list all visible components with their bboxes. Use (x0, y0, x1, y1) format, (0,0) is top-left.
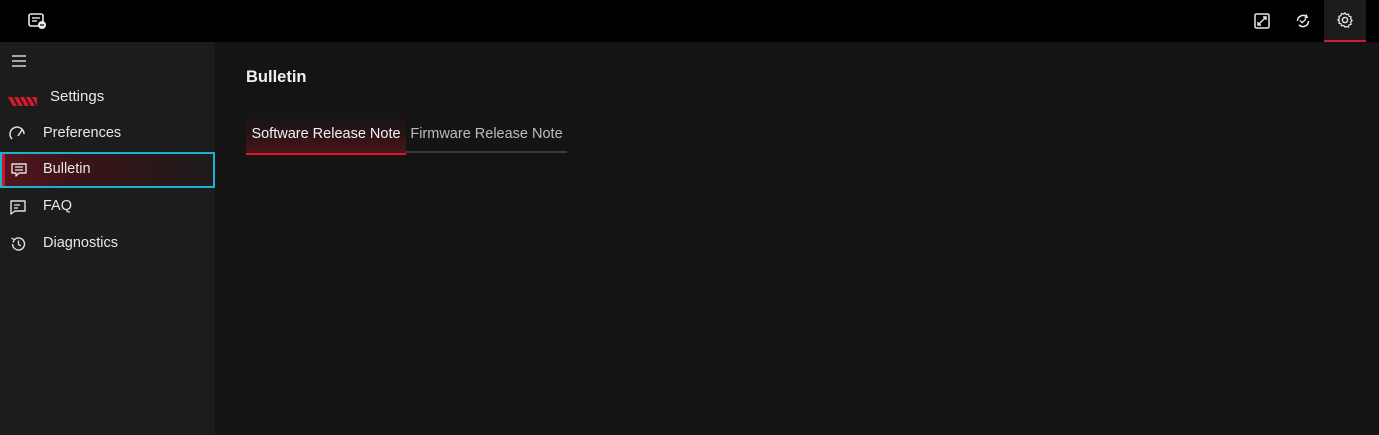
chat-bubble-icon (9, 198, 27, 216)
speed-gauge-icon (9, 125, 27, 143)
title-bar (0, 0, 1379, 42)
sidebar-brand-label: Settings (50, 88, 105, 105)
screen-capture-button[interactable] (1241, 0, 1283, 42)
sidebar-item-faq[interactable]: FAQ (0, 189, 215, 225)
sidebar-item-label: FAQ (43, 198, 73, 214)
history-icon (9, 235, 27, 253)
sidebar-item-label: Diagnostics (43, 235, 118, 251)
sidebar-item-label: Bulletin (43, 161, 91, 177)
sidebar-item-label: Preferences (43, 125, 122, 141)
sidebar-item-diagnostics[interactable]: Diagnostics (0, 226, 215, 262)
screen-capture-icon (1254, 13, 1270, 29)
release-note-tabs: Software Release Note Firmware Release N… (246, 114, 567, 155)
message-icon (10, 161, 28, 179)
page-title: Bulletin (246, 68, 307, 86)
sidebar: Settings Preferences Bulletin FAQ Diagno… (0, 42, 215, 435)
tab-software-release-note[interactable]: Software Release Note (246, 114, 406, 155)
sidebar-brand-header: Settings (0, 85, 215, 109)
bulletin-app-icon (27, 11, 47, 31)
settings-button[interactable] (1324, 0, 1366, 42)
sync-check-button[interactable] (1282, 0, 1324, 42)
main-content: Bulletin Software Release Note Firmware … (215, 42, 1379, 435)
sidebar-item-bulletin[interactable]: Bulletin (0, 152, 215, 188)
brand-stripes-icon (8, 93, 37, 106)
sync-check-icon (1296, 14, 1310, 28)
gear-icon (1337, 12, 1353, 28)
sidebar-item-preferences[interactable]: Preferences (0, 116, 215, 152)
hamburger-menu-icon[interactable] (11, 54, 27, 68)
tab-firmware-release-note[interactable]: Firmware Release Note (406, 114, 567, 153)
